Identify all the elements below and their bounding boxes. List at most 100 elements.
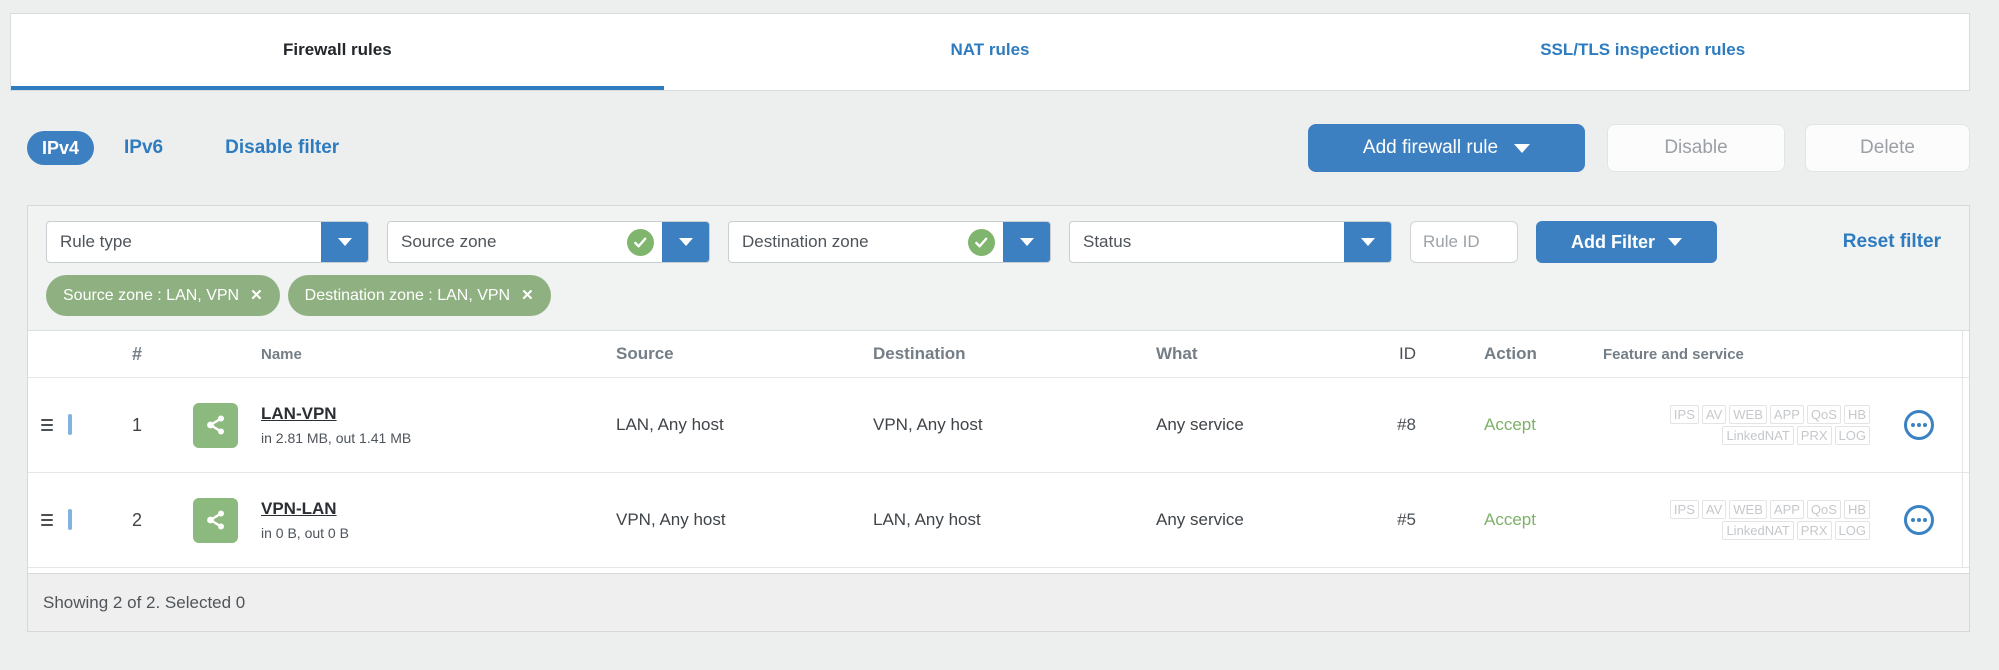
rule-id-input[interactable]: [1410, 221, 1518, 263]
filter-applied-check-icon: [627, 228, 654, 256]
tab-ssl-tls-inspection-rules[interactable]: SSL/TLS inspection rules: [1316, 14, 1969, 90]
name-block: VPN-LAN in 0 B, out 0 B: [261, 499, 349, 541]
add-firewall-rule-label: Add firewall rule: [1362, 137, 1499, 158]
rule-name-link[interactable]: LAN-VPN: [261, 404, 411, 424]
filter-row: Rule type Source zone Destination zone S…: [46, 221, 1951, 263]
ipv4-toggle[interactable]: IPv4: [27, 131, 95, 165]
header-action: Action: [1484, 344, 1537, 363]
rule-traffic: in 2.81 MB, out 1.41 MB: [261, 430, 412, 446]
header-number: #: [131, 343, 142, 364]
what-cell: Any service: [1156, 510, 1244, 529]
more-cell: [1874, 505, 1964, 535]
header-what: What: [1156, 344, 1198, 363]
destination-cell: LAN, Any host: [873, 510, 981, 529]
feature-badge: AV: [1701, 500, 1727, 519]
feature-badge: WEB: [1729, 500, 1767, 519]
tab-nat-rules[interactable]: NAT rules: [664, 14, 1317, 90]
action-cell: Accept: [1484, 510, 1536, 529]
table-row: 2 VPN-LAN in 0 B, out 0 B VPN, Any host …: [28, 473, 1969, 568]
chip-label: Source zone : LAN, VPN: [63, 286, 240, 304]
feature-badge: WEB: [1729, 405, 1767, 424]
rule-position: 1: [131, 414, 142, 435]
chevron-down-icon: [1514, 143, 1531, 153]
feature-badge: PRX: [1796, 521, 1832, 540]
rule-name-link[interactable]: VPN-LAN: [261, 499, 349, 519]
feature-badge: IPS: [1669, 500, 1699, 519]
row-menu-ellipsis-icon[interactable]: [1904, 505, 1934, 535]
tab-firewall-rules[interactable]: Firewall rules: [11, 14, 664, 90]
add-filter-label: Add Filter: [1571, 231, 1655, 252]
badge-line: IPS AV WEB APP QoS HB: [1669, 500, 1870, 519]
checkbox-cell: [68, 509, 106, 530]
destination-zone-filter-dropdown[interactable]: Destination zone: [728, 221, 1051, 263]
feature-badge: LinkedNAT: [1722, 426, 1794, 445]
feature-badge: QoS: [1806, 405, 1841, 424]
source-zone-filter-dropdown[interactable]: Source zone: [387, 221, 710, 263]
name-block: LAN-VPN in 2.81 MB, out 1.41 MB: [261, 404, 411, 446]
rule-share-icon: [193, 402, 238, 448]
active-filter-chips: Source zone : LAN, VPN ✕ Destination zon…: [46, 275, 1951, 316]
badge-line: IPS AV WEB APP QoS HB: [1669, 405, 1870, 424]
name-cell: LAN-VPN in 2.81 MB, out 1.41 MB: [168, 402, 613, 448]
toolbar: IPv4 IPv6 Disable filter Add firewall ru…: [27, 91, 1970, 205]
feature-badge: APP: [1769, 405, 1804, 424]
rule-type-filter-label: Rule type: [60, 232, 132, 251]
row-checkbox[interactable]: [68, 509, 72, 530]
reset-filter-link[interactable]: Reset filter: [1843, 231, 1941, 253]
badge-line: LinkedNAT PRX LOG: [1722, 521, 1870, 540]
status-filter-label: Status: [1083, 232, 1132, 251]
dropdown-arrow-button[interactable]: [321, 222, 368, 262]
status-filter-dropdown[interactable]: Status: [1069, 221, 1392, 263]
feature-service-cell: IPS AV WEB APP QoS HB LinkedNAT PRX LOG: [1588, 500, 1874, 540]
chevron-down-icon: [1668, 238, 1682, 246]
destination-zone-filter-chip: Destination zone : LAN, VPN ✕: [287, 275, 551, 316]
delete-button[interactable]: Delete: [1805, 124, 1970, 172]
firewall-rules-table: # Name Source Destination What ID Action…: [28, 331, 1969, 568]
header-id: ID: [1399, 344, 1416, 363]
disable-button[interactable]: Disable: [1607, 124, 1785, 172]
checkbox-cell: [68, 414, 106, 435]
rule-id-cell: #8: [1397, 415, 1416, 434]
feature-badge: HB: [1843, 500, 1870, 519]
drag-handle-icon[interactable]: [41, 514, 53, 526]
feature-badge: QoS: [1806, 500, 1841, 519]
add-filter-button[interactable]: Add Filter: [1536, 221, 1717, 263]
drag-cell: [28, 419, 68, 431]
source-zone-filter-label: Source zone: [401, 232, 497, 251]
header-destination: Destination: [873, 344, 966, 363]
row-menu-ellipsis-icon[interactable]: [1904, 410, 1934, 440]
rule-position: 2: [131, 509, 142, 530]
drag-handle-icon[interactable]: [41, 419, 53, 431]
firewall-rules-panel: Rule type Source zone Destination zone S…: [27, 205, 1970, 632]
action-cell: Accept: [1484, 415, 1536, 434]
source-cell: VPN, Any host: [616, 510, 726, 529]
chevron-down-icon: [1019, 238, 1034, 246]
feature-badge: AV: [1701, 405, 1727, 424]
header-source: Source: [616, 344, 674, 363]
add-firewall-rule-button[interactable]: Add firewall rule: [1308, 124, 1585, 172]
source-cell: LAN, Any host: [616, 415, 724, 434]
rule-id-cell: #5: [1397, 510, 1416, 529]
rule-traffic: in 0 B, out 0 B: [261, 525, 349, 541]
feature-badge: PRX: [1796, 426, 1832, 445]
filter-applied-check-icon: [968, 228, 995, 256]
what-cell: Any service: [1156, 415, 1244, 434]
remove-filter-icon[interactable]: ✕: [521, 288, 534, 303]
feature-badge: LOG: [1834, 426, 1870, 445]
rule-type-filter-dropdown[interactable]: Rule type: [46, 221, 369, 263]
dropdown-arrow-button[interactable]: [1003, 222, 1050, 262]
ipv6-toggle[interactable]: IPv6: [124, 137, 163, 159]
dropdown-arrow-button[interactable]: [662, 222, 709, 262]
table-header-row: # Name Source Destination What ID Action…: [28, 331, 1969, 378]
row-checkbox[interactable]: [68, 414, 72, 435]
chevron-down-icon: [337, 238, 352, 246]
table-row: 1 LAN-VPN in 2.81 MB, out 1.41 MB LAN, A…: [28, 378, 1969, 473]
header-name: Name: [261, 345, 302, 363]
disable-filter-link[interactable]: Disable filter: [225, 137, 339, 159]
chip-label: Destination zone : LAN, VPN: [304, 286, 511, 304]
rule-share-icon: [193, 497, 238, 543]
feature-badge: LOG: [1834, 521, 1870, 540]
remove-filter-icon[interactable]: ✕: [250, 288, 263, 303]
destination-cell: VPN, Any host: [873, 415, 983, 434]
dropdown-arrow-button[interactable]: [1344, 222, 1391, 262]
